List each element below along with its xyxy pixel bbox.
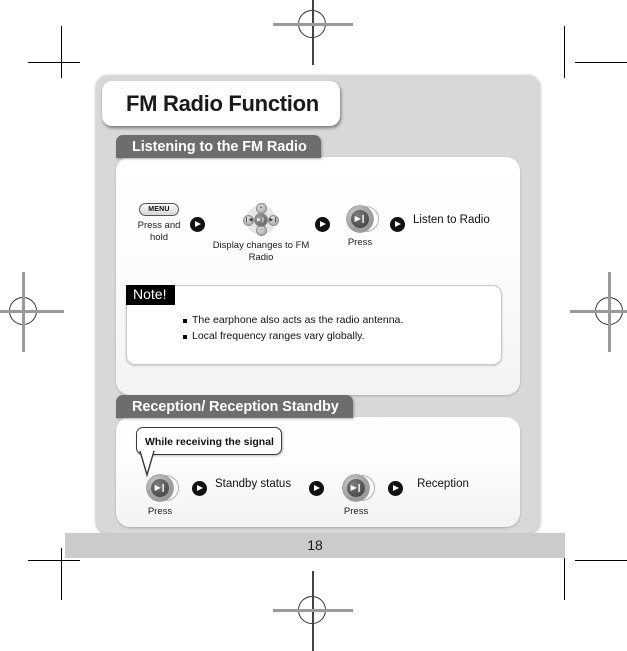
page-title-text: FM Radio Function [126, 90, 319, 116]
step-press-play: ▶❙ Press [338, 203, 382, 249]
step-flow-reception: ▶❙ Press Standby status ▶❙ Press Recepti… [138, 475, 469, 518]
note-list-item: The earphone also acts as the radio ante… [183, 314, 403, 327]
step-dpad-caption: Display changes to FM Radio [212, 240, 310, 263]
play-pause-glyph: ▶❙ [354, 214, 367, 223]
step-reception-result-text: Reception [417, 478, 469, 490]
flow-arrow-icon [388, 481, 404, 496]
section-heading-listening-text: Listening to the FM Radio [132, 138, 307, 155]
play-pause-button-icon: ▶❙ [347, 206, 379, 232]
callout-text: While receiving the signal [145, 436, 274, 448]
section-heading-reception: Reception/ Reception Standby [116, 395, 353, 418]
step-menu-hold-caption: Press and hold [137, 220, 181, 243]
step-menu-hold: MENU Press and hold [128, 203, 190, 243]
crop-mark-bottom-right-horizontal [575, 560, 627, 562]
crop-mark-bottom-left-vertical [61, 548, 63, 600]
dpad-right-icon: ▶❙ [268, 214, 279, 226]
page-title: FM Radio Function [102, 81, 340, 126]
registration-mark-top [273, 0, 353, 65]
crop-mark-top-left-vertical [61, 26, 63, 78]
section-body-listening: MENU Press and hold + − ❙◀ ▶❙ ▶❙ Display… [116, 157, 520, 395]
step-dpad-display: + − ❙◀ ▶❙ ▶❙ Display changes to FM Radio [211, 203, 311, 263]
page-footer: 18 [65, 533, 565, 558]
section-body-reception: While receiving the signal ▶❙ Press Stan… [116, 417, 520, 527]
flow-arrow-icon [390, 217, 405, 232]
step-press-reception-caption: Press [343, 506, 369, 517]
note-item-text: Local frequency ranges vary globally. [192, 330, 365, 342]
play-pause-glyph: ▶❙ [350, 483, 363, 492]
crop-mark-top-left-horizontal [28, 62, 80, 64]
play-pause-glyph: ▶❙ [154, 483, 167, 492]
flow-arrow-icon [315, 217, 330, 232]
note-list-item: Local frequency ranges vary globally. [183, 330, 403, 343]
callout-tail-icon [139, 451, 155, 477]
step-standby-status-text: Standby status [215, 478, 292, 490]
play-pause-inner: ▶❙ [347, 479, 366, 497]
section-heading-reception-text: Reception/ Reception Standby [132, 398, 339, 415]
play-pause-inner: ▶❙ [151, 479, 169, 497]
crop-mark-bottom-left-horizontal [28, 560, 80, 562]
page-number: 18 [307, 537, 323, 553]
step-press-reception: ▶❙ Press [334, 475, 378, 518]
note-list: The earphone also acts as the radio ante… [183, 314, 403, 346]
note-item-text: The earphone also acts as the radio ante… [192, 314, 404, 326]
crop-mark-top-right-vertical [564, 26, 566, 78]
section-listening: Listening to the FM Radio MENU Press and… [106, 135, 530, 395]
step-reception-result: Reception [417, 475, 469, 490]
step-press-standby-caption: Press [147, 506, 173, 517]
play-pause-button-icon: ▶❙ [343, 475, 376, 501]
bullet-icon [183, 319, 187, 323]
registration-mark-bottom [273, 571, 353, 651]
dpad-left-icon: ❙◀ [243, 214, 254, 226]
step-press-standby: ▶❙ Press [138, 475, 182, 518]
play-pause-button-icon: ▶❙ [147, 475, 179, 501]
section-heading-listening: Listening to the FM Radio [116, 135, 321, 158]
menu-button-label: MENU [148, 206, 170, 213]
flow-arrow-icon [309, 481, 325, 496]
step-press-play-caption: Press [347, 237, 373, 248]
registration-mark-left [0, 272, 64, 352]
dpad-center-icon: ▶❙ [254, 213, 268, 227]
registration-mark-right [570, 272, 627, 352]
flow-arrow-icon [190, 217, 205, 232]
step-standby-status: Standby status [215, 475, 291, 490]
note-box: Note! The earphone also acts as the radi… [126, 285, 502, 365]
menu-button-icon: MENU [139, 203, 179, 216]
dpad-icon: + − ❙◀ ▶❙ ▶❙ [238, 203, 284, 237]
crop-mark-top-right-horizontal [575, 62, 627, 64]
step-flow-listening: MENU Press and hold + − ❙◀ ▶❙ ▶❙ Display… [128, 203, 490, 263]
section-reception: Reception/ Reception Standby While recei… [106, 395, 530, 529]
step-listen-result-text: Listen to Radio [413, 214, 490, 226]
bullet-icon [183, 335, 187, 339]
step-listen-result: Listen to Radio [413, 203, 490, 226]
flow-arrow-icon [192, 481, 207, 496]
manual-page-sheet: FM Radio Function Listening to the FM Ra… [96, 75, 540, 533]
note-label-text: Note! [133, 286, 167, 302]
play-pause-inner: ▶❙ [351, 210, 369, 228]
note-label: Note! [126, 285, 176, 305]
